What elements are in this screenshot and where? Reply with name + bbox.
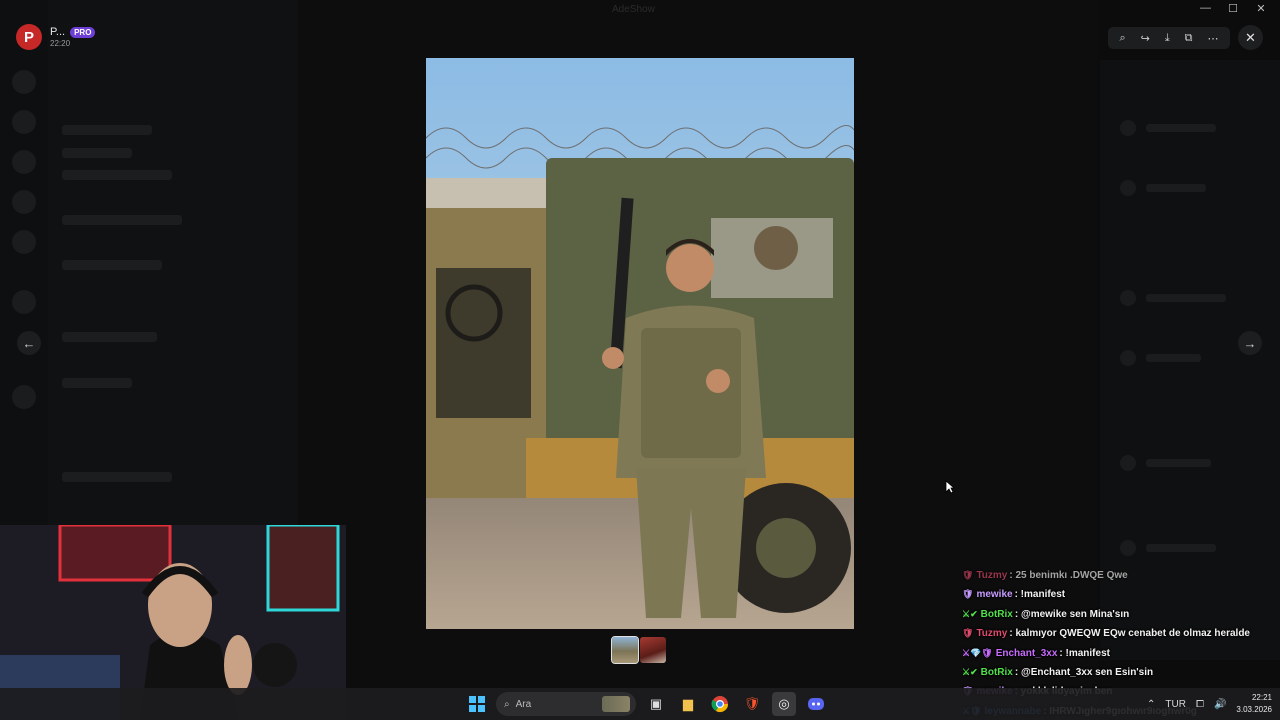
chat-message: ⚔✔ BotRix: @Enchant_3xx sen Esin'sin [962,663,1280,682]
chat-text: : !manifest [1059,647,1110,659]
viewer-toolbar: ⌕ ↪ ⤓ ⧉ ⋯ [1108,27,1230,49]
chevron-up-icon[interactable]: ⌃ [1147,699,1155,710]
uploader-chip[interactable]: P P... PRO 22:20 [16,24,96,50]
badge-icon: 🛡 [962,570,974,580]
open-external-icon[interactable]: ⧉ [1185,32,1193,45]
mouse-cursor [945,480,955,494]
chat-message: 🛡 mewike: !manifest [962,585,1280,604]
next-image-button[interactable]: → [1238,331,1262,355]
chat-text: : @Enchant_3xx sen Esin'sin [1014,666,1154,678]
chat-text: : !manifest [1014,589,1066,601]
thumbnail-1[interactable] [611,636,639,664]
chat-username[interactable]: Tuzmy [976,570,1007,581]
chat-username[interactable]: BotRix [981,609,1013,620]
uploader-name: P... [50,26,66,38]
start-button[interactable] [466,693,488,715]
brave-icon[interactable]: 🛡 [740,692,764,716]
task-view-icon[interactable]: ▣ [644,692,668,716]
download-icon[interactable]: ⤓ [1165,32,1170,45]
close-viewer-button[interactable]: ✕ [1238,25,1263,50]
more-icon[interactable]: ⋯ [1207,32,1218,45]
chat-message: ⚔💎🛡 Enchant_3xx: !manifest [962,644,1280,663]
thumbnail-2[interactable] [640,637,666,663]
badge-icon: ⚔✔ [962,666,978,677]
clock-time: 22:21 [1251,693,1272,702]
window-controls: — ☐ ✕ [1200,2,1266,15]
window-title: AdeShow [612,4,655,15]
clock[interactable]: 22:21 3.03.2026 [1236,692,1272,716]
badge-icon: 🛡 [962,589,974,600]
network-icon[interactable]: ⧠ [1196,699,1204,710]
clock-date: 3.03.2026 [1236,705,1272,714]
badge-icon: 🛡 [962,628,974,639]
volume-icon[interactable]: 🔊 [1214,699,1226,710]
avatar: P [16,24,42,50]
thumbnail-strip [611,636,666,664]
obs-icon[interactable]: ◎ [772,692,796,716]
search-highlight-image [602,696,630,712]
upload-time: 22:20 [50,39,71,48]
chat-message: 🛡 Tuzmy: kalmıyor QWEQW EQw cenabet de ol… [962,624,1280,643]
file-explorer-icon[interactable]: ▆ [676,692,700,716]
share-icon[interactable]: ↪ [1141,32,1150,45]
search-placeholder: Ara [515,698,532,710]
screen: AdeShow — ☐ ✕ P P... PRO 22:20 ⌕ ↪ ⤓ ⧉ ⋯… [0,0,1280,720]
windows-taskbar: ⌕ Ara ▣ ▆ 🛡 ◎ ⌃ TUR ⧠ 🔊 22:21 3.03.2026 [0,688,1280,720]
pro-badge: PRO [70,26,96,38]
system-tray: ⌃ TUR ⧠ 🔊 22:21 3.03.2026 [1147,692,1272,716]
chat-text: : kalmıyor QWEQW EQw cenabet de olmaz he… [1009,628,1250,640]
badge-icon: ⚔💎🛡 [962,647,993,658]
window-close-icon[interactable]: ✕ [1256,2,1266,15]
minimize-icon[interactable]: — [1200,2,1211,15]
chat-username[interactable]: Enchant_3xx [996,648,1058,659]
previous-image-button[interactable]: ← [17,331,41,355]
taskbar-search[interactable]: ⌕ Ara [496,692,636,716]
search-icon: ⌕ [504,698,510,710]
discord-icon[interactable] [804,692,828,716]
maximize-icon[interactable]: ☐ [1228,2,1238,15]
chat-username[interactable]: mewike [976,589,1012,600]
zoom-icon[interactable]: ⌕ [1119,32,1125,45]
viewed-photo [426,58,854,629]
chat-message: 🛡 Tuzmy: 25 benimkı .DWQE Qwe [962,566,1280,585]
chat-username[interactable]: BotRix [981,667,1013,678]
language-indicator[interactable]: TUR [1165,699,1186,710]
chrome-icon[interactable] [708,692,732,716]
chat-username[interactable]: Tuzmy [976,628,1007,639]
badge-icon: ⚔✔ [962,608,978,619]
chat-text: : @mewike sen Mina'sın [1014,608,1130,620]
chat-text: : 25 benimkı .DWQE Qwe [1009,570,1128,581]
chat-message: ⚔✔ BotRix: @mewike sen Mina'sın [962,605,1280,624]
